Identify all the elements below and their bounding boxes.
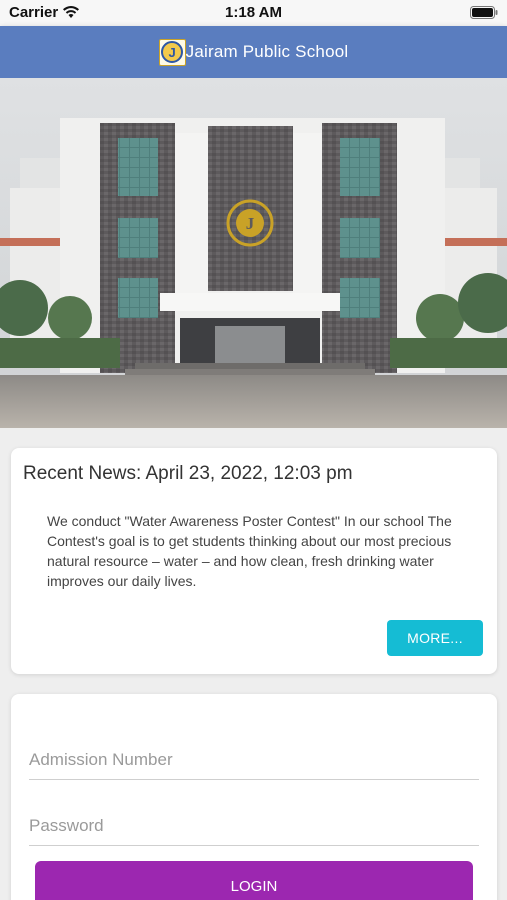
news-card: Recent News: April 23, 2022, 12:03 pm We… <box>11 448 497 674</box>
more-button[interactable]: MORE... <box>387 620 483 656</box>
svg-text:J: J <box>246 214 255 233</box>
news-heading: Recent News: April 23, 2022, 12:03 pm <box>23 463 353 484</box>
login-button[interactable]: LOGIN <box>35 861 473 900</box>
password-input[interactable] <box>29 806 479 845</box>
hero-school-image: J <box>0 78 507 428</box>
battery-icon <box>470 6 498 19</box>
app-title: Jairam Public School <box>185 42 349 61</box>
news-body: We conduct "Water Awareness Poster Conte… <box>47 513 452 589</box>
logo-letter: J <box>161 41 184 63</box>
status-time: 1:18 AM <box>225 4 282 21</box>
admission-number-input[interactable] <box>29 740 479 779</box>
app-bar: J Jairam Public School <box>0 26 507 78</box>
school-building-photo: J <box>0 78 507 428</box>
school-logo-icon: J <box>158 38 186 66</box>
password-field <box>29 806 479 846</box>
admission-number-field <box>29 740 479 780</box>
status-bar: Carrier 1:18 AM <box>0 0 507 26</box>
